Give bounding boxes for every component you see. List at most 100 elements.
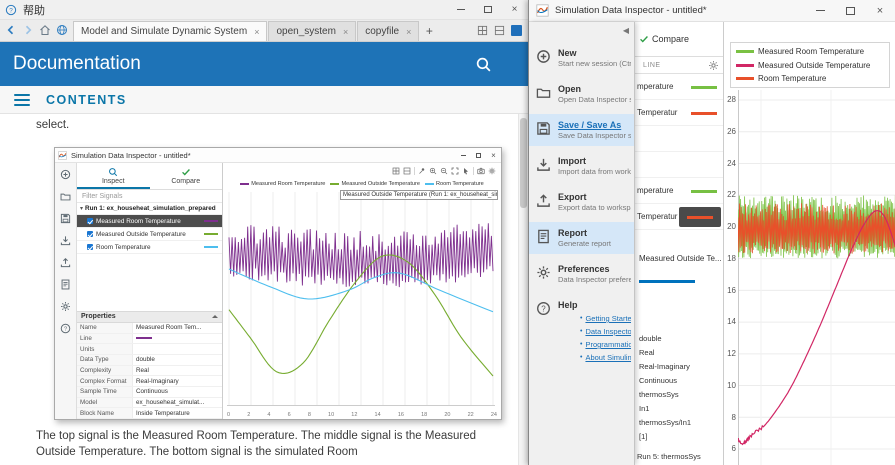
legend-swatch	[736, 63, 754, 67]
tab-close-icon[interactable]: ×	[406, 27, 411, 37]
forward-icon[interactable]	[22, 24, 34, 36]
globe-icon[interactable]	[56, 24, 68, 36]
menu-item-new[interactable]: New Start new session (Ctrl+N)	[529, 42, 634, 74]
signal-label: Measured Room Temperature	[96, 217, 181, 225]
back-icon[interactable]	[5, 24, 17, 36]
legend-entry: Measured Outside Temperature	[736, 61, 884, 70]
property-value: thermosSys/In1	[639, 418, 692, 427]
maximize-icon	[471, 148, 486, 162]
y-tick: 12	[727, 349, 736, 358]
sdi-main-menu: ◀ New Start new session (Ctrl+N) Open Op…	[529, 22, 635, 465]
hamburger-icon[interactable]	[14, 93, 30, 106]
fit-view-icon	[451, 167, 459, 175]
menu-item-open[interactable]: Open Open Data Inspector session	[529, 78, 634, 110]
tab-label: Compare	[171, 178, 201, 185]
home-icon[interactable]	[39, 24, 51, 36]
signal-row-measured-room: Measured Room Temperature	[77, 215, 222, 228]
maximize-icon	[845, 6, 855, 15]
chart-legend: Measured Room Temperature Measured Outsi…	[730, 42, 890, 88]
property-value: Real	[639, 348, 655, 357]
embedded-window-controls: ×	[456, 148, 501, 162]
documentation-header: Documentation	[0, 42, 528, 86]
contents-bar: CONTENTS	[0, 86, 528, 114]
menu-item-preferences[interactable]: Preferences Data Inspector preferences	[529, 258, 634, 290]
legend-entry: Room Temperature	[736, 74, 884, 83]
open-icon	[60, 191, 71, 202]
new-session-icon	[60, 169, 71, 180]
collapse-menu-icon[interactable]: ◀	[623, 26, 629, 35]
legend-swatch	[240, 182, 250, 185]
tab-label: copyfile	[365, 26, 400, 37]
menu-item-report[interactable]: Report Generate report	[529, 222, 634, 254]
page-title: Documentation	[13, 53, 141, 74]
link-about-simulink[interactable]: • About Simulink	[558, 351, 631, 364]
menu-item-export[interactable]: Export Export data to workspace or file	[529, 186, 634, 218]
signal-row[interactable]: mperature	[635, 74, 723, 100]
check-icon	[181, 167, 191, 177]
line-swatch	[691, 112, 717, 115]
minimize-button[interactable]	[805, 0, 835, 21]
selected-line-cell[interactable]	[679, 207, 721, 227]
legend-swatch	[736, 50, 754, 53]
tab-close-icon[interactable]: ×	[254, 27, 259, 37]
column-settings-gear-icon[interactable]	[708, 60, 719, 71]
link-getting-started[interactable]: • Getting Started	[558, 312, 631, 325]
scrollbar[interactable]	[518, 114, 528, 465]
minimize-icon	[815, 10, 825, 11]
signal-row[interactable]	[635, 126, 723, 152]
property-row: Complex Format Real-Imaginary	[77, 376, 222, 387]
sdi-app-icon	[58, 151, 67, 160]
maximize-button[interactable]	[474, 0, 501, 19]
main-plot[interactable]	[738, 90, 895, 465]
scrollbar-thumb[interactable]	[520, 118, 527, 208]
x-axis-labels: 0 2 4 6 8 10 12 14 16 18 20 22 24	[227, 412, 497, 418]
new-tab-button[interactable]: +	[420, 21, 438, 41]
property-row: Model ex_househeat_simulat...	[77, 397, 222, 409]
tab-model-and-simulate-dynamic-system[interactable]: Model and Simulate Dynamic System ×	[73, 21, 268, 41]
contents-label[interactable]: CONTENTS	[46, 93, 127, 107]
layout-split-icon[interactable]	[494, 25, 505, 36]
tab-close-icon[interactable]: ×	[343, 27, 348, 37]
signal-row[interactable]: Temperatur	[635, 100, 723, 126]
menu-item-help: Help •Getting Started •Data Inspector He…	[529, 294, 634, 369]
window-controls: ×	[447, 0, 528, 19]
dock-icon[interactable]	[511, 24, 522, 36]
tab-compare[interactable]: Compare	[639, 34, 689, 44]
link-programmatic-interface[interactable]: •Programmatic Interface Help	[558, 338, 631, 351]
checkbox-checked-icon	[87, 218, 93, 224]
layout-grid-icon[interactable]	[477, 25, 488, 36]
tab-open-system[interactable]: open_system ×	[268, 21, 357, 41]
link-data-inspector-help[interactable]: •Data Inspector Help	[558, 325, 631, 338]
signal-row-room: Room Temperature	[77, 241, 222, 254]
maximize-button[interactable]	[835, 0, 865, 21]
signal-row[interactable]	[635, 152, 723, 178]
legend-label: Measured Room Temperature	[251, 180, 326, 187]
y-tick: 16	[727, 286, 736, 295]
signal-row[interactable]: mperature	[635, 178, 723, 204]
magnifier-icon	[108, 167, 118, 177]
close-button[interactable]: ×	[865, 0, 895, 21]
sdi-chart-area[interactable]: Measured Room Temperature Measured Outsi…	[724, 22, 895, 465]
y-tick: 22	[727, 190, 736, 199]
minimize-button[interactable]	[447, 0, 474, 19]
property-row: Units	[77, 344, 222, 355]
property-value: In1	[639, 404, 650, 413]
signal-row-selected[interactable]: Temperatur	[635, 204, 723, 230]
snapshot-camera-icon	[477, 167, 485, 175]
y-tick: 28	[727, 95, 736, 104]
menu-item-import[interactable]: Import Import data from workspace	[529, 150, 634, 182]
embedded-chart-toolbar	[223, 163, 501, 178]
menu-item-save[interactable]: Save / Save As Save Data Inspector sessi…	[529, 114, 634, 146]
tab-copyfile[interactable]: copyfile ×	[357, 21, 420, 41]
line-swatch	[639, 280, 695, 283]
embedded-body: Inspect Compare Filter Signals ▾ Run 1: …	[55, 163, 501, 419]
embedded-action-strip	[55, 163, 77, 419]
embedded-sdi-screenshot: Simulation Data Inspector - untitled* ×	[54, 147, 502, 420]
property-value: double	[639, 334, 662, 343]
close-button[interactable]: ×	[501, 0, 528, 19]
help-links: •Getting Started •Data Inspector Help •P…	[558, 312, 631, 364]
checkbox-checked-icon	[87, 231, 93, 237]
preferences-gear-icon	[536, 265, 551, 280]
search-icon[interactable]	[475, 56, 492, 73]
sdi-window: Simulation Data Inspector - untitled* × …	[528, 0, 895, 465]
